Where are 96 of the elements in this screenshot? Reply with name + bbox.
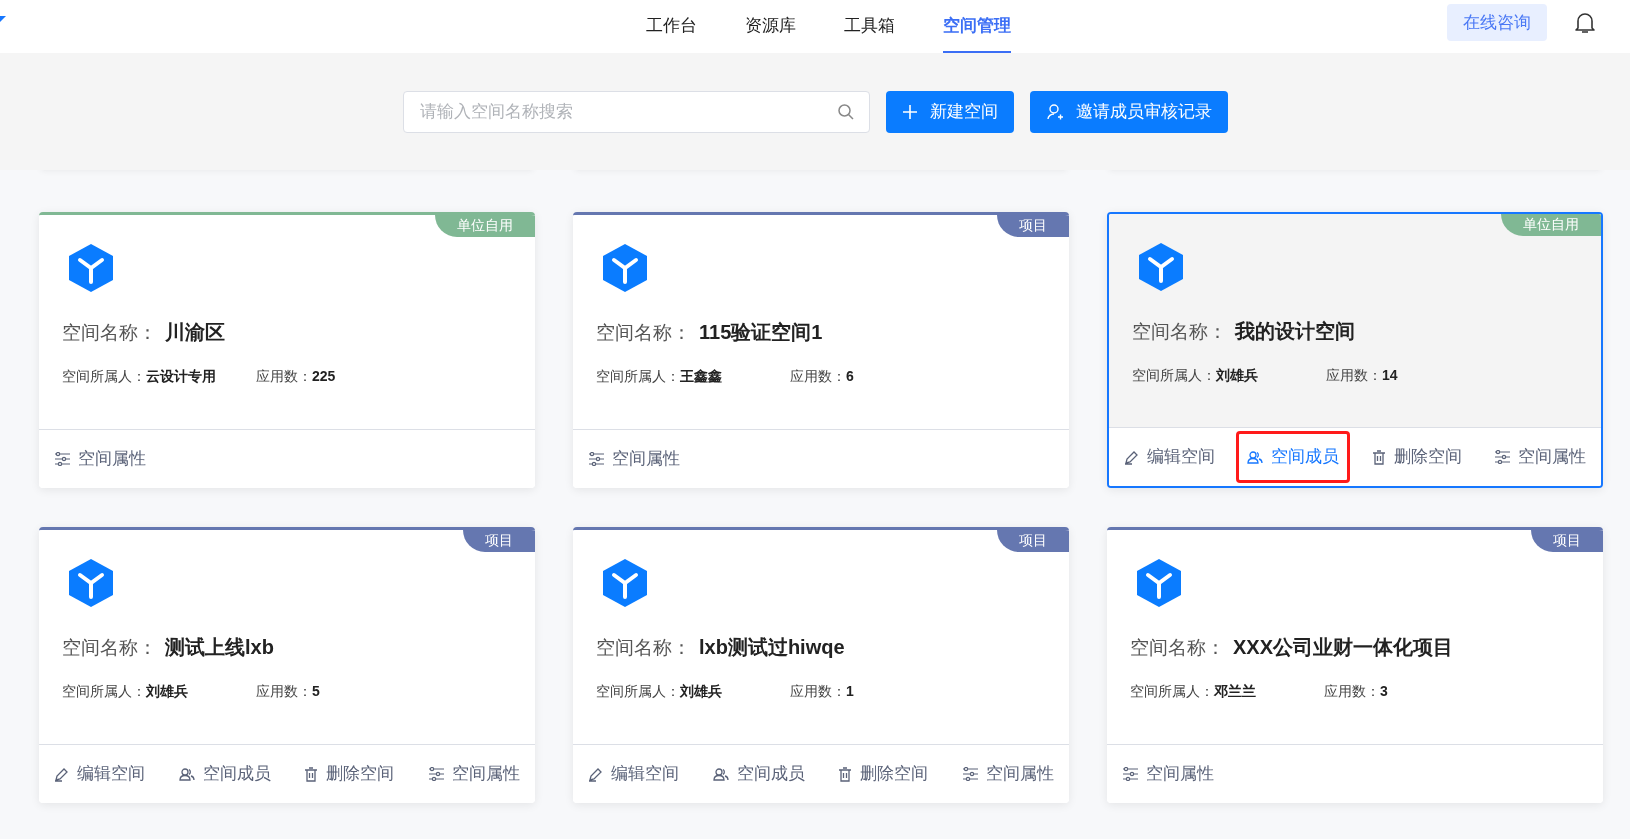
nav-tab[interactable]: 工具箱 <box>844 0 895 53</box>
sliders-icon <box>1494 450 1510 464</box>
field-label: 应用数： <box>1326 365 1382 385</box>
owner-name: 云设计专用 <box>146 366 217 386</box>
consult-button[interactable]: 在线咨询 <box>1447 4 1547 41</box>
app-count: 1 <box>846 681 854 701</box>
space-card[interactable]: 单位自用 空间名称： 川渝区 空间所属人：云设计专用 应用数：225 空间属性 <box>39 212 535 488</box>
cube-icon <box>1136 558 1182 608</box>
trash-icon <box>304 766 319 782</box>
space-card[interactable]: 项目 空间名称： lxb测试过hiwqe 空间所属人：刘雄兵 应用数：1 编辑空间 空间成员 删除空间 空间属性 <box>573 527 1069 803</box>
owner-name: 王鑫鑫 <box>680 366 723 386</box>
app-count: 5 <box>312 681 320 701</box>
space-card[interactable]: 项目 空间名称： XXX公司业财一体化项目 空间所属人：邓兰兰 应用数：3 空间属性 <box>1107 527 1603 803</box>
field-label: 空间所属人： <box>62 366 146 386</box>
field-label: 空间所属人： <box>596 681 680 701</box>
cube-icon <box>68 558 114 608</box>
category-tag: 项目 <box>997 530 1069 552</box>
field-label: 应用数： <box>790 681 846 701</box>
space-name: lxb测试过hiwqe <box>699 635 845 660</box>
users-icon <box>1247 449 1264 465</box>
trash-icon <box>838 766 853 782</box>
field-label: 空间名称： <box>62 321 157 345</box>
category-tag: 项目 <box>463 530 535 552</box>
card-action[interactable]: 空间成员 <box>167 748 282 800</box>
field-label: 应用数： <box>1324 681 1380 701</box>
add-user-icon <box>1045 102 1064 121</box>
card-action[interactable]: 空间属性 <box>950 748 1065 800</box>
card-action[interactable]: 空间属性 <box>1111 748 1225 800</box>
owner-name: 邓兰兰 <box>1214 681 1257 701</box>
field-label: 空间所属人： <box>596 366 680 386</box>
card-action[interactable]: 编辑空间 <box>1113 431 1226 483</box>
field-label: 空间所属人： <box>1130 681 1214 701</box>
field-label: 空间名称： <box>596 321 691 345</box>
sliders-icon <box>588 452 604 466</box>
card-action[interactable]: 空间成员 <box>701 748 816 800</box>
pencil-icon <box>1124 449 1139 465</box>
card-action[interactable]: 删除空间 <box>1360 431 1473 483</box>
app-count: 225 <box>312 366 336 386</box>
field-label: 空间名称： <box>62 636 157 660</box>
pencil-icon <box>54 766 69 782</box>
users-icon <box>712 766 729 782</box>
invite-records-button[interactable]: 邀请成员审核记录 <box>1029 90 1228 133</box>
owner-name: 刘雄兵 <box>680 681 723 701</box>
owner-name: 刘雄兵 <box>1216 365 1259 385</box>
space-name: 115验证空间1 <box>699 320 823 345</box>
space-card[interactable]: 项目 空间名称： 115验证空间1 空间所属人：王鑫鑫 应用数：6 空间属性 <box>573 212 1069 488</box>
field-label: 应用数： <box>256 681 312 701</box>
sliders-icon <box>54 452 70 466</box>
sliders-icon <box>961 767 978 781</box>
card-action[interactable]: 空间属性 <box>43 433 157 485</box>
cube-icon <box>602 243 648 293</box>
category-tag: 单位自用 <box>435 215 535 237</box>
sliders-icon <box>1122 767 1138 781</box>
notification-bell-icon[interactable] <box>1574 11 1596 35</box>
field-label: 空间所属人： <box>62 681 146 701</box>
card-action[interactable]: 删除空间 <box>293 748 406 800</box>
space-name: 川渝区 <box>165 320 225 345</box>
category-tag: 项目 <box>997 215 1069 237</box>
space-name: XXX公司业财一体化项目 <box>1233 635 1454 660</box>
category-tag: 项目 <box>1531 530 1603 552</box>
category-tag: 单位自用 <box>1501 214 1601 236</box>
cube-icon <box>1138 242 1184 292</box>
field-label: 空间名称： <box>1132 320 1227 344</box>
space-card[interactable]: 单位自用 空间名称： 我的设计空间 空间所属人：刘雄兵 应用数：14 编辑空间 空间成员 删除空间 空间属性 <box>1107 212 1603 488</box>
space-card[interactable]: 项目 空间名称： 测试上线lxb 空间所属人：刘雄兵 应用数：5 编辑空间 空间成员 删除空间 空间属性 <box>39 527 535 803</box>
search-field[interactable]: 请输入空间名称搜索 <box>402 90 870 133</box>
app-count: 3 <box>1380 681 1388 701</box>
search-icon <box>836 102 855 121</box>
space-name: 测试上线lxb <box>165 635 274 660</box>
app-count: 6 <box>846 366 854 386</box>
space-name: 我的设计空间 <box>1235 319 1355 344</box>
card-action[interactable]: 空间属性 <box>1483 431 1597 483</box>
field-label: 空间名称： <box>1130 636 1225 660</box>
nav-tab[interactable]: 工作台 <box>646 0 697 53</box>
card-action[interactable]: 删除空间 <box>827 748 940 800</box>
trash-icon <box>1371 449 1386 465</box>
card-action[interactable]: 空间成员 <box>1236 431 1351 483</box>
nav-tab[interactable]: 资源库 <box>745 0 796 53</box>
plus-icon <box>901 103 918 120</box>
card-action[interactable]: 编辑空间 <box>43 748 156 800</box>
app-count: 14 <box>1382 365 1398 385</box>
sliders-icon <box>427 767 444 781</box>
cube-icon <box>602 558 648 608</box>
new-space-button[interactable]: 新建空间 <box>885 90 1014 133</box>
field-label: 应用数： <box>790 366 846 386</box>
pencil-icon <box>588 766 603 782</box>
caret-icon <box>0 16 6 22</box>
field-label: 应用数： <box>256 366 312 386</box>
field-label: 空间名称： <box>596 636 691 660</box>
card-action[interactable]: 编辑空间 <box>577 748 690 800</box>
card-action[interactable]: 空间属性 <box>416 748 531 800</box>
cube-icon <box>68 243 114 293</box>
field-label: 空间所属人： <box>1132 365 1216 385</box>
card-action[interactable]: 空间属性 <box>577 433 691 485</box>
owner-name: 刘雄兵 <box>146 681 189 701</box>
users-icon <box>178 766 195 782</box>
